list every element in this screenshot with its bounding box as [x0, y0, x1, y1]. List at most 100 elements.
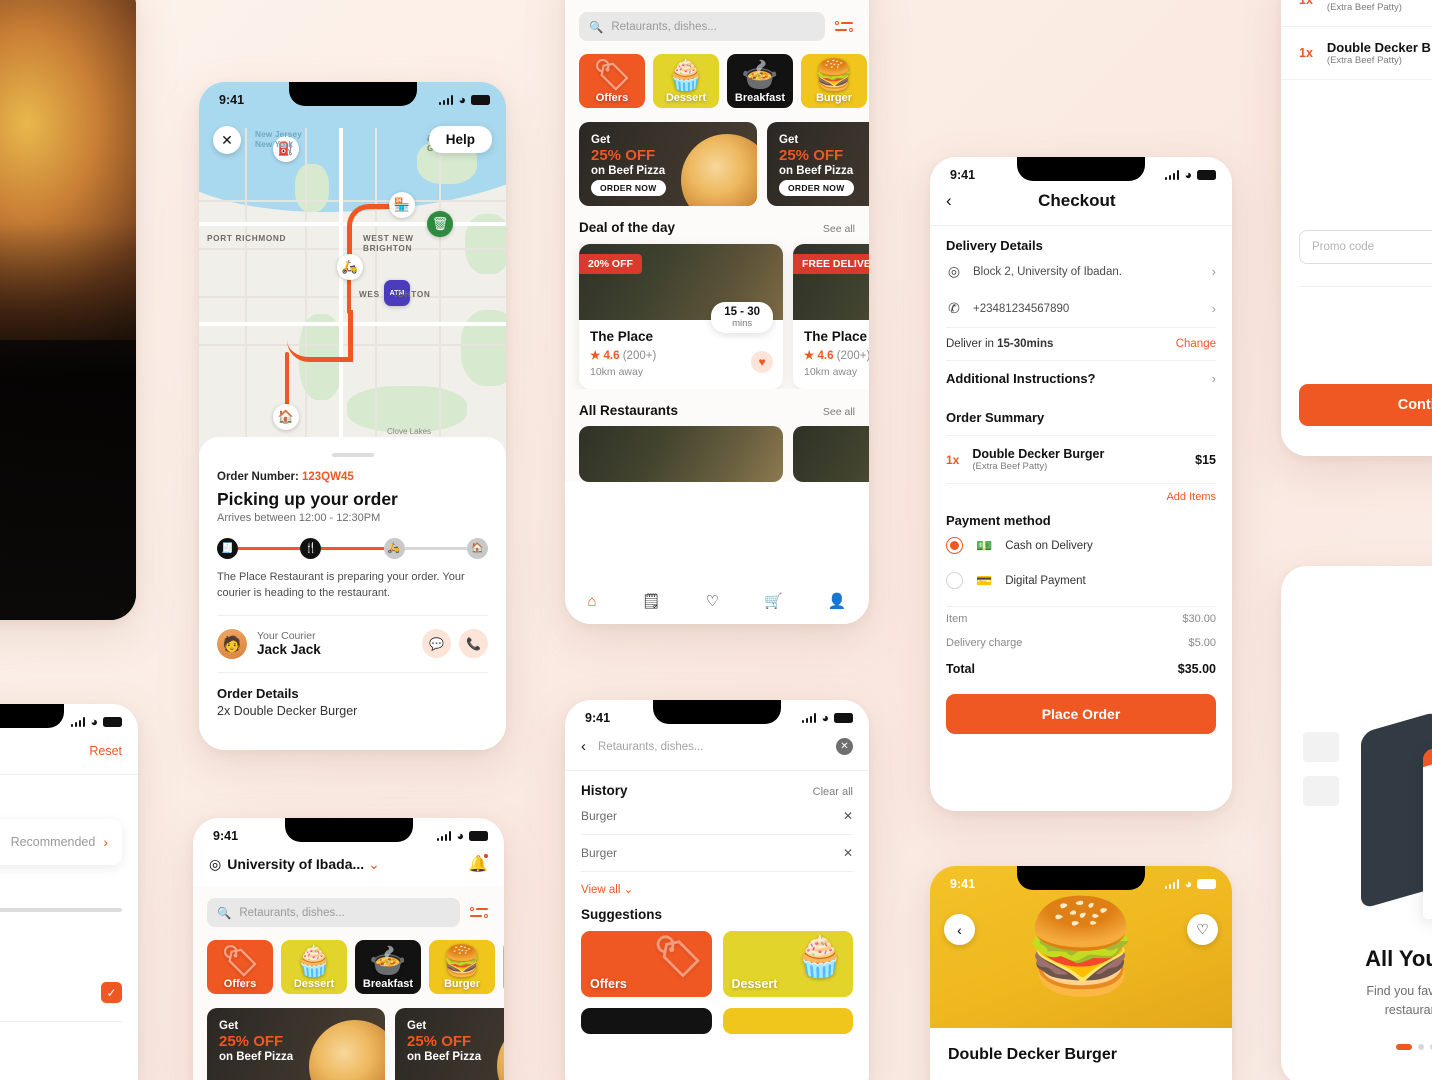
remove-icon[interactable]: ✕	[843, 846, 853, 860]
promo-card[interactable]: Get 25% OFF on Beef Pizza ORDER NOW	[579, 122, 757, 206]
chat-icon[interactable]: 💬	[422, 629, 451, 659]
deal-carousel[interactable]: 20% OFF 15 - 30 mins The Place ★ 4.6 (20…	[565, 235, 869, 389]
restaurant-pin[interactable]: 🏪	[389, 192, 415, 218]
illustration-phone-front	[1423, 724, 1432, 922]
onboarding-illustration	[1303, 710, 1432, 922]
back-button[interactable]: ‹	[581, 738, 586, 755]
phone-row[interactable]: ✆ +23481234567890 ›	[946, 290, 1216, 327]
checkbox-checked[interactable]: ✓	[101, 982, 122, 1003]
suggestion-offers[interactable]: 🏷 Offers	[581, 931, 712, 997]
all-see-all-link[interactable]: See all	[823, 406, 855, 418]
tab-favourites[interactable]: ♡	[706, 592, 719, 610]
order-now-button[interactable]: ORDER NOW	[779, 180, 854, 196]
tab-profile[interactable]: 👤	[828, 592, 847, 610]
dot-active[interactable]	[1396, 1044, 1412, 1050]
view-all-link[interactable]: View all ⌄	[581, 872, 853, 896]
favourite-icon[interactable]: ♥	[751, 351, 773, 373]
bell-icon[interactable]: 🔔	[468, 853, 489, 874]
category-list[interactable]: 🏷 Offers 🧁 Dessert 🍲 Breakfast 🍔 Burger	[193, 927, 504, 994]
category-breakfast[interactable]: 🍲 Breakfast	[355, 940, 421, 994]
promo-card[interactable]: Get 25% OFF on Beef Pizza ORDER NOW	[767, 122, 869, 206]
all-restaurants-title: All Restaurants	[579, 403, 679, 418]
promo-carousel[interactable]: Get 25% OFF on Beef Pizza Get 25% OFF on…	[193, 994, 504, 1080]
category-offers[interactable]: 🏷 Offers	[207, 940, 273, 994]
deal-card[interactable]: 20% OFF 15 - 30 mins The Place ★ 4.6 (20…	[579, 244, 783, 389]
continue-button[interactable]: Continue to	[1299, 384, 1432, 426]
tab-orders[interactable]: 🗒	[642, 592, 661, 610]
suggestion-breakfast[interactable]	[581, 1008, 712, 1034]
suggestion-burger[interactable]	[722, 1008, 853, 1034]
filter-icon[interactable]	[835, 18, 855, 35]
category-more[interactable]	[503, 940, 504, 994]
chevron-down-icon[interactable]: ⌄	[368, 856, 380, 873]
filter-checkbox-row[interactable]: ✓	[0, 982, 122, 1003]
home-pin[interactable]: 🏠	[273, 404, 299, 430]
cart-item-row[interactable]: 1x Double Decker B (Extra Beef Patty)	[1281, 0, 1432, 27]
order-number-row: Order Number: 123QW45	[217, 471, 488, 483]
tab-cart[interactable]: 🛒	[764, 592, 783, 610]
call-icon[interactable]: 📞	[459, 629, 488, 659]
category-offers[interactable]: 🏷 Offers	[579, 54, 645, 108]
restaurant-card[interactable]	[579, 426, 783, 482]
item-qty: 1x	[1299, 0, 1313, 7]
favourite-icon[interactable]: ♡	[1187, 914, 1218, 945]
rating-row: ★ 4.6 (200+)	[590, 350, 657, 362]
promo-card[interactable]: Get 25% OFF on Beef Pizza	[207, 1008, 385, 1080]
promo-card[interactable]: Get 25% OFF on Beef Pizza	[395, 1008, 504, 1080]
clear-all-link[interactable]: Clear all	[813, 786, 853, 798]
remove-icon[interactable]: ✕	[843, 809, 853, 823]
filter-icon[interactable]	[470, 904, 490, 921]
reset-button[interactable]: Reset	[89, 744, 122, 758]
add-items-link[interactable]: Add Items	[946, 484, 1216, 503]
category-burger[interactable]: 🍔 Burger	[429, 940, 495, 994]
additional-instructions-row[interactable]: Additional Instructions? ›	[946, 361, 1216, 396]
payment-option-digital[interactable]: 💳 Digital Payment	[946, 563, 1216, 598]
map-road	[439, 128, 441, 455]
address-row[interactable]: ◎ Block 2, University of Ibadan. ›	[946, 253, 1216, 290]
help-button[interactable]: Help	[428, 126, 492, 153]
history-item[interactable]: Burger ✕	[581, 835, 853, 872]
courier-pin[interactable]: 🛵	[337, 254, 363, 280]
checkout-header: ‹ Checkout	[930, 187, 1232, 225]
price-slider[interactable]	[0, 901, 122, 919]
location-bar[interactable]: ◎ University of Ibada... ⌄ 🔔	[193, 848, 504, 886]
promo-discount: 25% OFF	[407, 1033, 472, 1051]
deal-card[interactable]: FREE DELIVERY The Place ★ 4.6 (200+) 10k…	[793, 244, 869, 389]
back-button[interactable]: ‹	[944, 914, 975, 945]
radio-unselected[interactable]	[946, 572, 963, 589]
sort-by-row[interactable]: Recommended ›	[0, 819, 122, 865]
category-list[interactable]: 🏷 Offers 🧁 Dessert 🍲 Breakfast 🍔 Burger	[565, 41, 869, 108]
category-breakfast[interactable]: 🍲 Breakfast	[727, 54, 793, 108]
radio-selected[interactable]	[946, 537, 963, 554]
dot[interactable]	[1418, 1044, 1424, 1050]
clear-icon[interactable]: ✕	[836, 738, 853, 755]
restaurant-list[interactable]	[565, 418, 869, 482]
store-pin[interactable]: 🗑	[427, 211, 453, 237]
promo-code-input[interactable]: Promo code	[1299, 230, 1432, 264]
place-order-button[interactable]: Place Order	[946, 694, 1216, 734]
search-input[interactable]: 🔍 Retaurants, dishes...	[207, 898, 460, 927]
chevron-down-icon: ⌄	[623, 884, 634, 896]
close-button[interactable]: ✕	[213, 126, 241, 154]
search-icon: 🔍	[589, 21, 604, 34]
promo-carousel[interactable]: Get 25% OFF on Beef Pizza ORDER NOW Get …	[565, 108, 869, 206]
history-item[interactable]: Burger ✕	[581, 798, 853, 835]
payment-option-cash[interactable]: 💵 Cash on Delivery	[946, 528, 1216, 563]
restaurant-card[interactable]	[793, 426, 869, 482]
search-input[interactable]: 🔍 Retaurants, dishes...	[579, 12, 825, 41]
category-dessert[interactable]: 🧁 Dessert	[653, 54, 719, 108]
order-now-button[interactable]: ORDER NOW	[591, 180, 666, 196]
category-dessert[interactable]: 🧁 Dessert	[281, 940, 347, 994]
category-label: Breakfast	[734, 92, 786, 104]
search-input[interactable]: Retaurants, dishes...	[598, 741, 824, 753]
sheet-grabber[interactable]	[331, 453, 374, 457]
suggestion-dessert[interactable]: 🧁 Dessert	[722, 931, 853, 997]
change-link[interactable]: Change	[1176, 338, 1216, 350]
cart-item-row[interactable]: 1x Double Decker B (Extra Beef Patty)	[1281, 27, 1432, 80]
total-row-delivery: Delivery charge $5.00	[946, 631, 1216, 655]
carousel-dots[interactable]	[1281, 1044, 1432, 1050]
category-burger[interactable]: 🍔 Burger	[801, 54, 867, 108]
deal-see-all-link[interactable]: See all	[823, 223, 855, 235]
bottom-tab-bar[interactable]: ⌂ 🗒 ♡ 🛒 👤	[565, 578, 869, 624]
tab-home[interactable]: ⌂	[588, 593, 597, 610]
